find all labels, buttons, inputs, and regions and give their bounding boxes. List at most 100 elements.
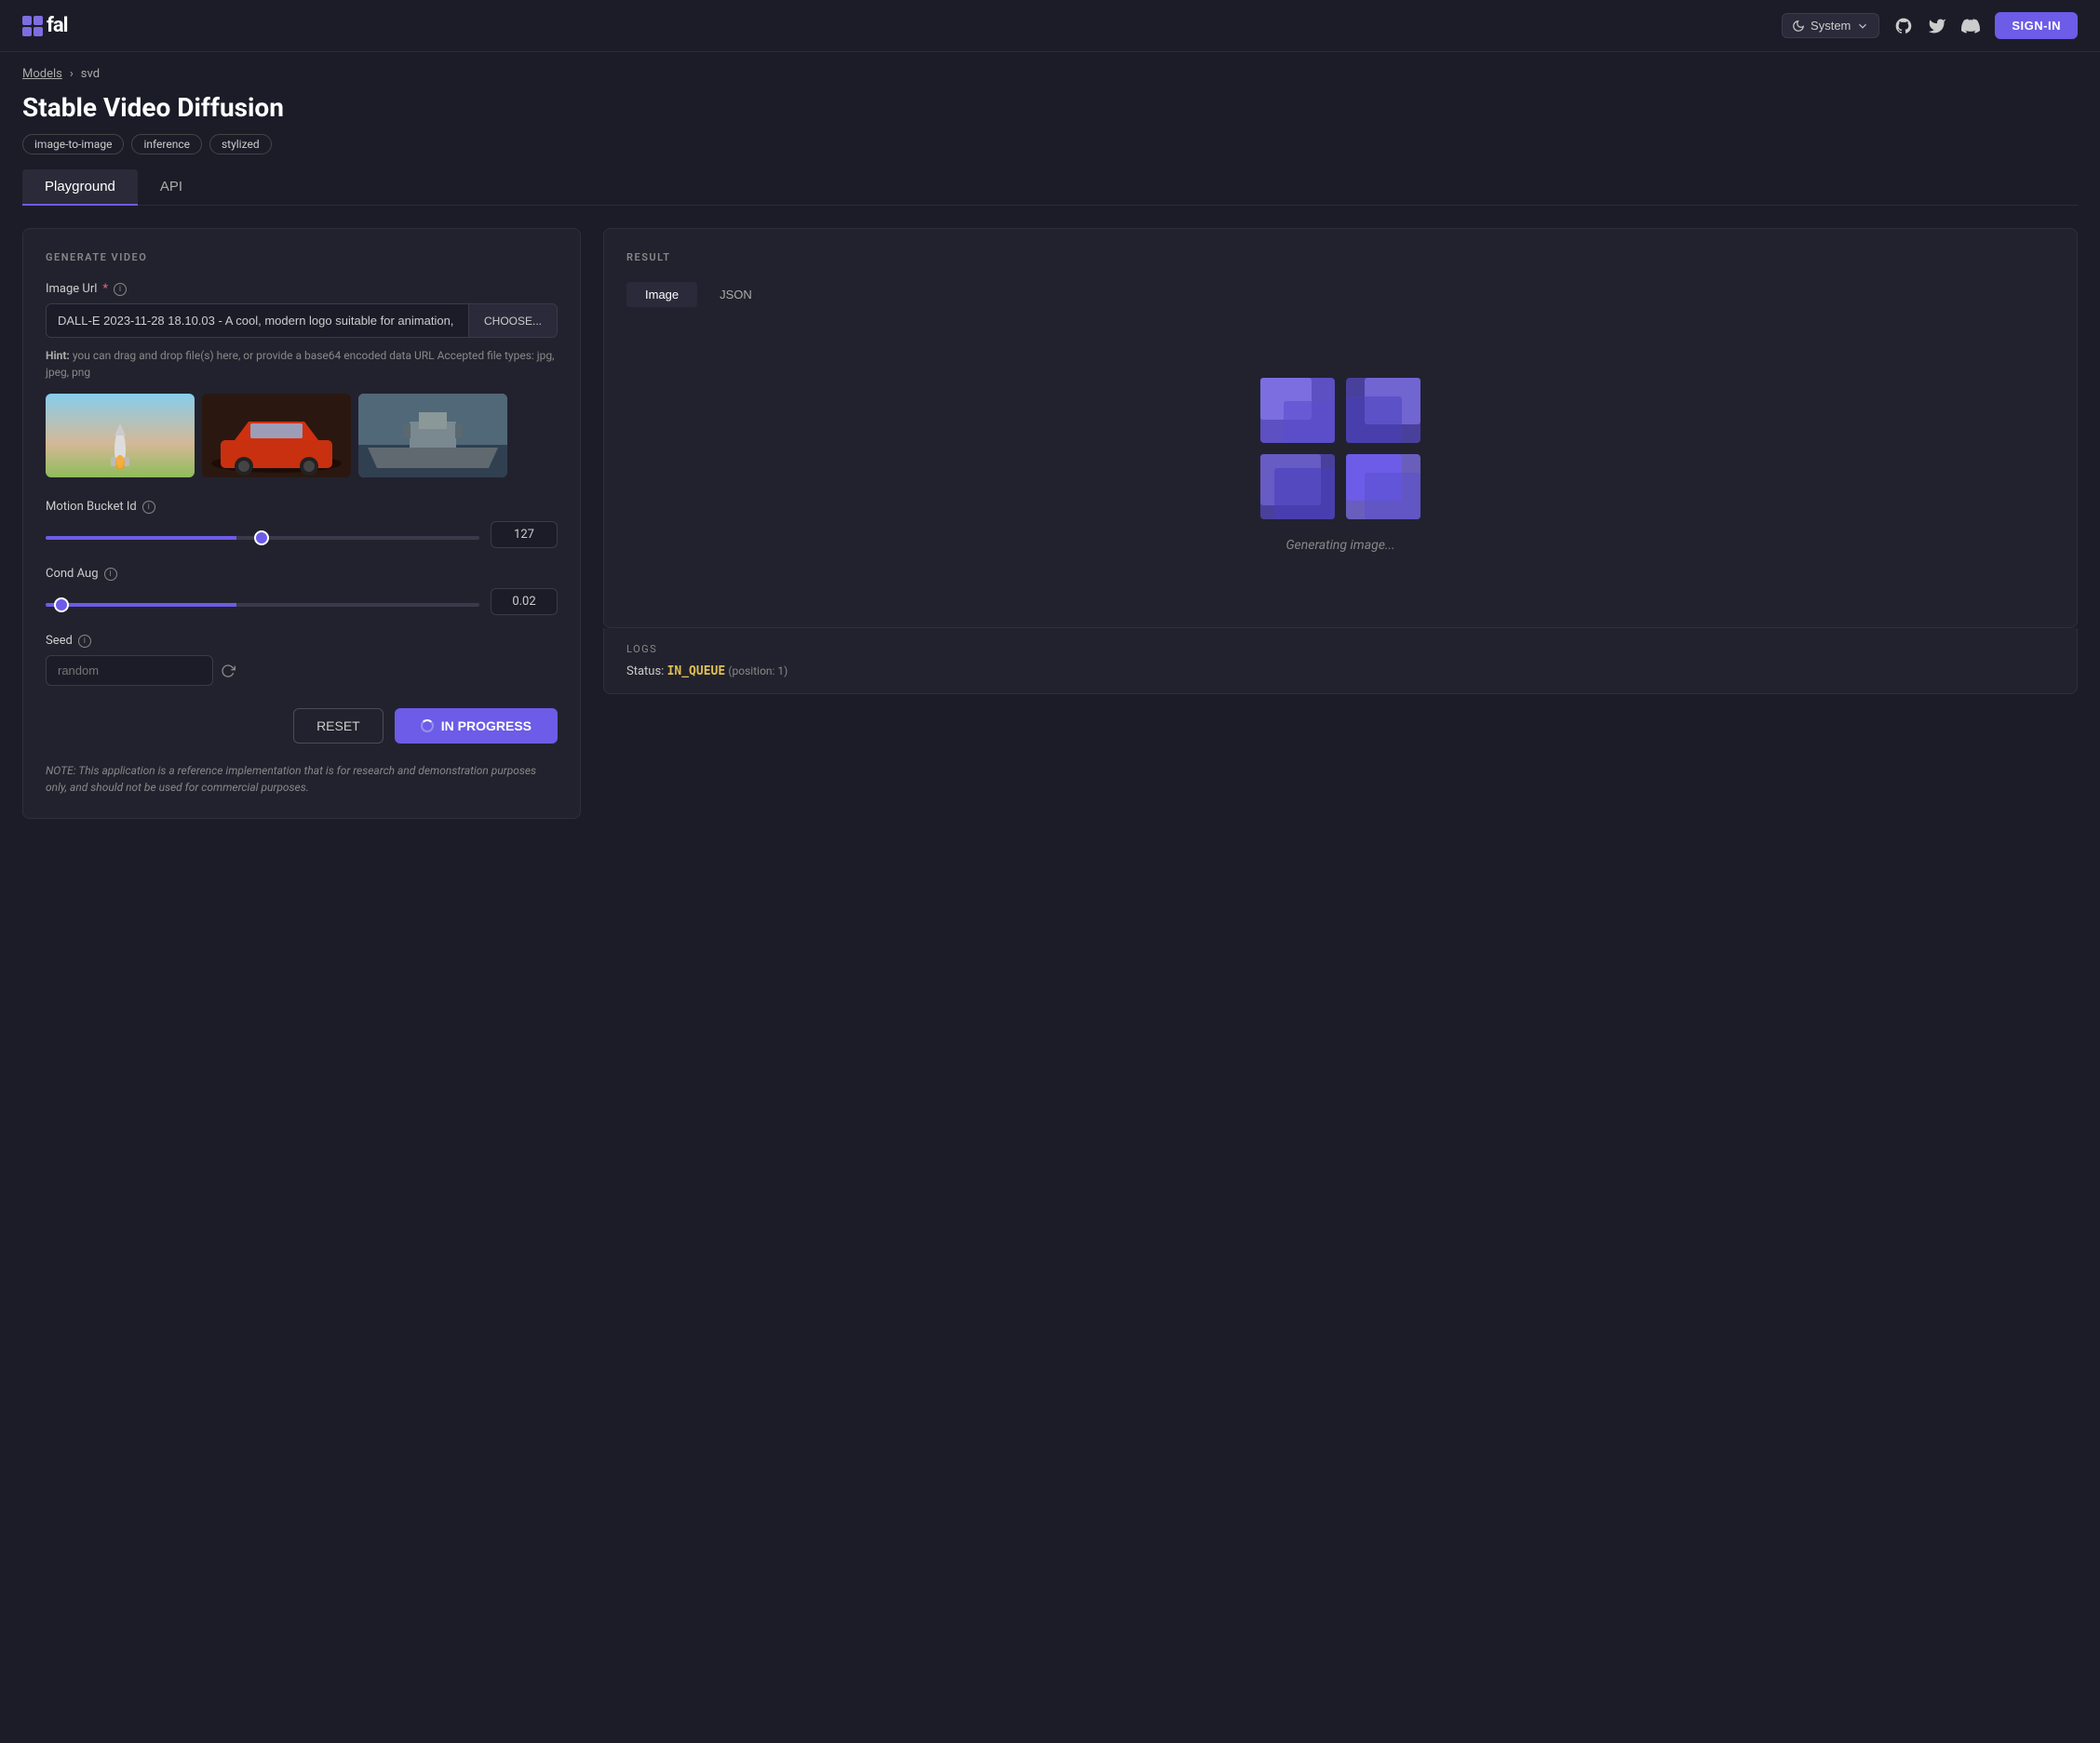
motion-bucket-row: 127 <box>46 521 558 548</box>
seed-section: Seed i <box>46 634 558 686</box>
motion-bucket-label: Motion Bucket Id i <box>46 500 558 514</box>
tabs-area: Playground API <box>0 169 2100 206</box>
tags: image-to-image inference stylized <box>22 134 2078 154</box>
thumbnail-car[interactable] <box>202 394 351 477</box>
action-row: RESET IN PROGRESS <box>46 708 558 744</box>
motion-bucket-info-icon[interactable]: i <box>142 501 155 514</box>
cond-aug-row: 0.02 <box>46 588 558 615</box>
choose-button[interactable]: CHOOSE... <box>468 304 557 337</box>
pixel-logo <box>1260 378 1420 519</box>
car-image <box>202 394 351 477</box>
tab-playground[interactable]: Playground <box>22 169 138 206</box>
pixel-block-1 <box>1260 378 1335 443</box>
image-url-group: Image Url * i CHOOSE... Hint: you can dr… <box>46 282 558 381</box>
cond-aug-label: Cond Aug i <box>46 567 558 581</box>
thumbnails <box>46 394 558 477</box>
cond-aug-slider[interactable] <box>46 603 479 607</box>
discord-icon[interactable] <box>1961 17 1980 35</box>
image-url-input[interactable] <box>47 304 468 337</box>
logs-label: LOGS <box>626 643 2054 655</box>
github-icon[interactable] <box>1894 17 1913 35</box>
log-status: Status: IN_QUEUE (position: 1) <box>626 664 2054 678</box>
image-url-label: Image Url * i <box>46 282 558 296</box>
tag-inference[interactable]: inference <box>131 134 202 154</box>
image-url-info-icon[interactable]: i <box>114 283 127 296</box>
result-tabs: Image JSON <box>626 282 2054 307</box>
thumbnail-rocket[interactable] <box>46 394 195 477</box>
in-progress-label: IN PROGRESS <box>441 718 532 733</box>
cond-aug-info-icon[interactable]: i <box>104 568 117 581</box>
result-label: RESULT <box>626 251 2054 263</box>
main-content: GENERATE VIDEO Image Url * i CHOOSE... H… <box>0 206 2100 841</box>
seed-refresh-button[interactable] <box>221 664 236 678</box>
generate-video-label: GENERATE VIDEO <box>46 251 558 263</box>
result-tab-json[interactable]: JSON <box>701 282 771 307</box>
breadcrumb-current: svd <box>81 67 100 81</box>
seed-label: Seed i <box>46 634 558 648</box>
theme-selector[interactable]: System <box>1782 13 1879 38</box>
header-left: fal <box>22 14 67 37</box>
refresh-icon <box>221 664 236 678</box>
seed-info-icon[interactable]: i <box>78 635 91 648</box>
generating-text: Generating image... <box>1286 538 1394 553</box>
seed-input-row <box>46 655 558 686</box>
tag-image-to-image[interactable]: image-to-image <box>22 134 124 154</box>
result-panel: RESULT Image JSON <box>603 228 2078 628</box>
status-value: IN_QUEUE <box>667 664 726 678</box>
twitter-icon[interactable] <box>1928 17 1946 35</box>
pixel-block-2 <box>1346 378 1420 443</box>
car-svg <box>202 394 351 477</box>
note-text: NOTE: This application is a reference im… <box>46 762 558 796</box>
page-title-area: Stable Video Diffusion image-to-image in… <box>0 85 2100 169</box>
logo-sq-4 <box>34 27 43 36</box>
logo[interactable]: fal <box>22 14 67 37</box>
ship-svg <box>358 394 507 477</box>
theme-label: System <box>1811 19 1851 33</box>
logo-squares <box>22 16 43 36</box>
logo-sq-2 <box>34 16 43 25</box>
main-tabs: Playground API <box>22 169 2078 206</box>
pixel-block-4 <box>1346 454 1420 519</box>
ship-image <box>358 394 507 477</box>
sign-in-button[interactable]: SIGN-IN <box>1995 12 2078 39</box>
breadcrumb-area: Models › svd <box>0 52 2100 85</box>
spinner-icon <box>421 719 434 732</box>
pixel-block-3 <box>1260 454 1335 519</box>
logs-panel: LOGS Status: IN_QUEUE (position: 1) <box>603 628 2078 694</box>
moon-icon <box>1792 20 1805 33</box>
reset-button[interactable]: RESET <box>293 708 384 744</box>
tab-api[interactable]: API <box>138 169 205 206</box>
breadcrumb: Models › svd <box>22 67 2078 81</box>
tag-stylized[interactable]: stylized <box>209 134 272 154</box>
cond-aug-value: 0.02 <box>491 588 558 615</box>
status-label: Status: <box>626 664 664 678</box>
generating-area: Generating image... <box>626 326 2054 605</box>
motion-bucket-slider[interactable] <box>46 536 479 540</box>
motion-bucket-value: 127 <box>491 521 558 548</box>
cond-aug-slider-wrap <box>46 593 479 610</box>
header: fal System SIGN-IN <box>0 0 2100 52</box>
seed-input[interactable] <box>46 655 213 686</box>
hint-text: Hint: you can drag and drop file(s) here… <box>46 347 558 381</box>
in-progress-button[interactable]: IN PROGRESS <box>395 708 558 744</box>
logo-sq-3 <box>22 27 32 36</box>
position-text: (position: 1) <box>728 664 788 677</box>
url-input-row: CHOOSE... <box>46 303 558 338</box>
required-star: * <box>102 282 108 296</box>
logo-sq-1 <box>22 16 32 25</box>
motion-bucket-section: Motion Bucket Id i 127 <box>46 500 558 548</box>
header-right: System SIGN-IN <box>1782 12 2078 39</box>
result-tab-image[interactable]: Image <box>626 282 697 307</box>
motion-bucket-slider-wrap <box>46 526 479 543</box>
logo-text: fal <box>47 14 67 37</box>
cond-aug-section: Cond Aug i 0.02 <box>46 567 558 615</box>
page-title: Stable Video Diffusion <box>22 92 2078 123</box>
left-panel: GENERATE VIDEO Image Url * i CHOOSE... H… <box>22 228 581 819</box>
breadcrumb-models[interactable]: Models <box>22 67 62 81</box>
rocket-image <box>46 394 195 477</box>
chevron-down-icon <box>1856 20 1869 33</box>
right-panel: RESULT Image JSON <box>603 228 2078 694</box>
rocket-svg <box>101 422 139 477</box>
breadcrumb-sep: › <box>70 67 74 81</box>
thumbnail-ship[interactable] <box>358 394 507 477</box>
